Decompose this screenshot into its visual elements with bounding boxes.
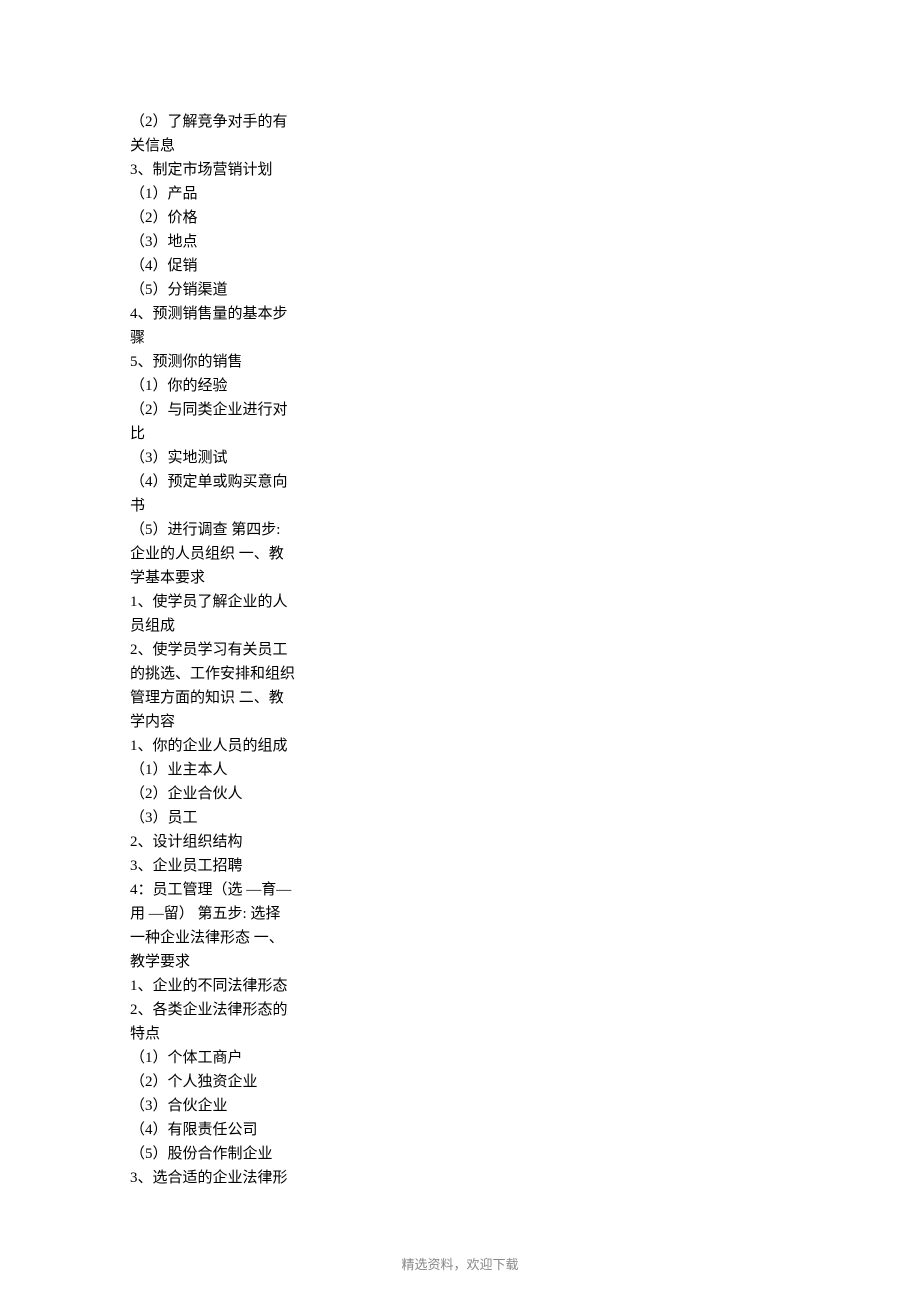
text-line: （1）业主本人 (130, 758, 330, 782)
text-line: （3）实地测试 (130, 446, 330, 470)
text-line: 1、企业的不同法律形态 (130, 974, 330, 998)
text-line: 教学要求 (130, 950, 330, 974)
text-line: 员组成 (130, 614, 330, 638)
text-line: 管理方面的知识 二、教 (130, 686, 330, 710)
text-line: 学基本要求 (130, 566, 330, 590)
document-footer: 精选资料，欢迎下载 (0, 1254, 920, 1273)
document-content: （2）了解竞争对手的有关信息3、制定市场营销计划（1）产品（2）价格（3）地点（… (130, 110, 330, 1190)
text-line: 特点 (130, 1022, 330, 1046)
text-line: 学内容 (130, 710, 330, 734)
text-line: 2、设计组织结构 (130, 830, 330, 854)
text-line: （3）合伙企业 (130, 1094, 330, 1118)
text-line: 3、企业员工招聘 (130, 854, 330, 878)
text-line: 一种企业法律形态 一、 (130, 926, 330, 950)
text-line: 关信息 (130, 134, 330, 158)
text-line: 1、使学员了解企业的人 (130, 590, 330, 614)
text-line: （2）了解竞争对手的有 (130, 110, 330, 134)
text-line: （4）促销 (130, 254, 330, 278)
text-line: （2）企业合伙人 (130, 782, 330, 806)
text-line: （5）分销渠道 (130, 278, 330, 302)
text-line: 2、使学员学习有关员工 (130, 638, 330, 662)
text-line: 4：员工管理（选 —育— (130, 878, 330, 902)
text-line: （2）个人独资企业 (130, 1070, 330, 1094)
text-line: （1）产品 (130, 182, 330, 206)
text-line: 4、预测销售量的基本步 (130, 302, 330, 326)
text-line: （5）股份合作制企业 (130, 1142, 330, 1166)
text-line: （5）进行调查 第四步: (130, 518, 330, 542)
text-line: （1）你的经验 (130, 374, 330, 398)
text-line: （3）员工 (130, 806, 330, 830)
text-line: 骤 (130, 326, 330, 350)
text-line: 2、各类企业法律形态的 (130, 998, 330, 1022)
text-line: 用 —留） 第五步: 选择 (130, 902, 330, 926)
text-line: 5、预测你的销售 (130, 350, 330, 374)
text-line: （2）价格 (130, 206, 330, 230)
text-line: 3、制定市场营销计划 (130, 158, 330, 182)
text-line: （2）与同类企业进行对 (130, 398, 330, 422)
text-line: （3）地点 (130, 230, 330, 254)
text-line: （4）预定单或购买意向 (130, 470, 330, 494)
text-line: 1、你的企业人员的组成 (130, 734, 330, 758)
text-line: （1）个体工商户 (130, 1046, 330, 1070)
text-line: （4）有限责任公司 (130, 1118, 330, 1142)
text-line: 的挑选、工作安排和组织 (130, 662, 330, 686)
text-line: 书 (130, 494, 330, 518)
text-line: 企业的人员组织 一、教 (130, 542, 330, 566)
text-line: 比 (130, 422, 330, 446)
text-line: 3、选合适的企业法律形 (130, 1166, 330, 1190)
document-page: （2）了解竞争对手的有关信息3、制定市场营销计划（1）产品（2）价格（3）地点（… (0, 0, 920, 1303)
